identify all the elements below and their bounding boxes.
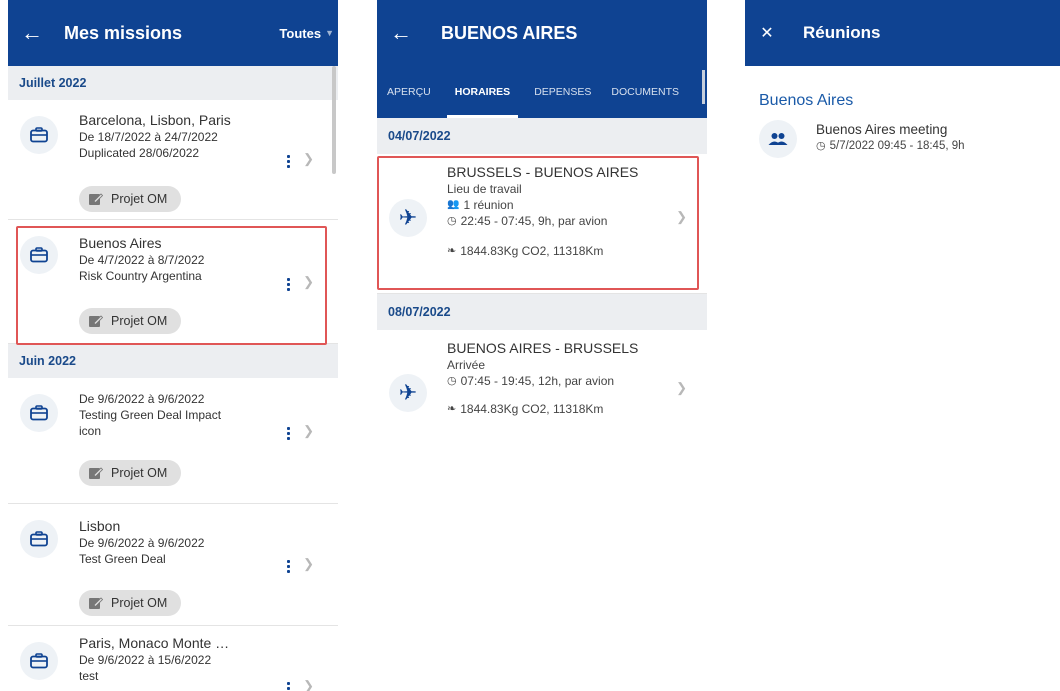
mission-name: Lisbon <box>79 518 121 534</box>
page-title: Mes missions <box>64 22 183 43</box>
tab-depenses[interactable]: DEPENSES <box>524 66 601 118</box>
status-chip: Projet OM <box>79 590 182 616</box>
leg-time: ◷ 07:45 - 19:45, 12h, par avion <box>447 373 638 389</box>
back-arrow-icon[interactable]: ← <box>8 22 56 44</box>
tab-horaires[interactable]: HORAIRES <box>441 66 524 118</box>
day-header: 04/07/2022 <box>377 118 707 154</box>
mission-note: Duplicated 28/06/2022 <box>79 146 200 160</box>
mission-item[interactable]: Lisbon De 9/6/2022 à 9/6/2022 Test Green… <box>8 504 338 626</box>
page-title: Réunions <box>803 23 881 42</box>
mission-note: Testing Green Deal Impact <box>79 408 222 422</box>
leg-co2-label: 1844.83Kg CO2, 11318Km <box>460 402 604 416</box>
clock-icon: ◷ <box>447 375 457 387</box>
mission-dates: De 9/6/2022 à 9/6/2022 <box>79 536 205 550</box>
mission-item[interactable]: Barcelona, Lisbon, Paris De 18/7/2022 à … <box>8 100 338 220</box>
edit-note-icon <box>89 193 103 205</box>
briefcase-icon <box>20 642 58 680</box>
mission-dates: De 9/6/2022 à 9/6/2022 <box>79 392 205 406</box>
chevron-right-icon[interactable]: ❯ <box>303 151 314 167</box>
highlight-box <box>377 156 699 290</box>
section-header-july: Juillet 2022 <box>8 66 338 100</box>
tab-documents[interactable]: DOCUMENTS <box>601 66 689 118</box>
missions-app-bar: ← Mes missions Toutes ▼ <box>8 0 338 66</box>
mission-item[interactable]: De 9/6/2022 à 9/6/2022 Testing Green Dea… <box>8 378 338 504</box>
tab-bar: APERÇU HORAIRES DEPENSES DOCUMENTS <box>377 66 707 118</box>
mission-dates: De 18/7/2022 à 24/7/2022 <box>79 130 218 144</box>
status-chip: Projet OM <box>79 460 182 486</box>
chip-label: Projet OM <box>111 466 168 480</box>
footprint-icon: ❧ <box>447 403 457 415</box>
meeting-item[interactable]: Buenos Aires meeting ◷ 5/7/2022 09:45 - … <box>745 110 1060 180</box>
kebab-menu-icon[interactable] <box>287 560 291 575</box>
caret-down-icon: ▼ <box>325 28 334 38</box>
mission-note: test <box>79 669 99 683</box>
section-header-june: Juin 2022 <box>8 344 338 378</box>
filter-dropdown[interactable]: Toutes ▼ <box>279 26 334 41</box>
missions-panel: ← Mes missions Toutes ▼ Juillet 2022 Bar… <box>8 0 338 691</box>
detail-app-bar: ← BUENOS AIRES <box>377 0 707 66</box>
mission-item[interactable]: Paris, Monaco Monte … De 9/6/2022 à 15/6… <box>8 626 338 691</box>
kebab-menu-icon[interactable] <box>287 155 291 170</box>
briefcase-icon <box>20 394 58 432</box>
highlight-box <box>16 226 327 345</box>
mission-name: Paris, Monaco Monte … <box>79 635 230 651</box>
leg-place: Arrivée <box>447 358 486 372</box>
chip-label: Projet OM <box>111 596 168 610</box>
edit-note-icon <box>89 597 103 609</box>
filter-value: Toutes <box>279 25 322 41</box>
scrollbar[interactable] <box>332 66 336 174</box>
people-icon <box>759 120 797 158</box>
page-title: BUENOS AIRES <box>441 22 578 43</box>
edit-note-icon <box>89 467 103 479</box>
leg-time-label: 07:45 - 19:45, 12h, par avion <box>460 374 615 388</box>
tab-scrollbar[interactable] <box>702 70 705 104</box>
itinerary-leg[interactable]: ✈ BUENOS AIRES - BRUSSELS Arrivée ◷ 07:4… <box>377 330 707 450</box>
plane-icon: ✈ <box>389 374 427 412</box>
close-icon[interactable]: ✕ <box>745 23 789 43</box>
briefcase-icon <box>20 116 58 154</box>
leg-co2: ❧ 1844.83Kg CO2, 11318Km <box>447 401 638 417</box>
chevron-right-icon[interactable]: ❯ <box>303 678 314 691</box>
mission-note: icon <box>79 424 102 438</box>
meeting-name: Buenos Aires meeting <box>816 122 948 137</box>
kebab-menu-icon[interactable] <box>287 427 291 442</box>
chevron-right-icon[interactable]: ❯ <box>303 556 314 572</box>
meeting-time-label: 5/7/2022 09:45 - 18:45, 9h <box>829 139 965 152</box>
mission-detail-panel: ← BUENOS AIRES APERÇU HORAIRES DEPENSES … <box>377 0 707 691</box>
kebab-menu-icon[interactable] <box>287 682 291 691</box>
chip-label: Projet OM <box>111 192 168 206</box>
mission-note: Test Green Deal <box>79 552 166 566</box>
meetings-app-bar: ✕ Réunions <box>745 0 1060 66</box>
briefcase-icon <box>20 520 58 558</box>
status-chip: Projet OM <box>79 186 182 212</box>
mission-name: Barcelona, Lisbon, Paris <box>79 112 231 128</box>
city-heading: Buenos Aires <box>759 92 854 109</box>
chevron-right-icon[interactable]: ❯ <box>676 380 687 396</box>
mission-dates: De 9/6/2022 à 15/6/2022 <box>79 653 212 667</box>
clock-icon: ◷ <box>816 140 826 152</box>
meetings-panel: ✕ Réunions Buenos Aires Buenos Aires mee… <box>745 0 1060 691</box>
tab-apercu[interactable]: APERÇU <box>377 66 441 118</box>
back-arrow-icon[interactable]: ← <box>377 22 425 44</box>
leg-route: BUENOS AIRES - BRUSSELS <box>447 340 639 356</box>
day-header: 08/07/2022 <box>377 294 707 330</box>
chevron-right-icon[interactable]: ❯ <box>303 423 314 439</box>
meeting-time: ◷ 5/7/2022 09:45 - 18:45, 9h <box>816 139 965 153</box>
